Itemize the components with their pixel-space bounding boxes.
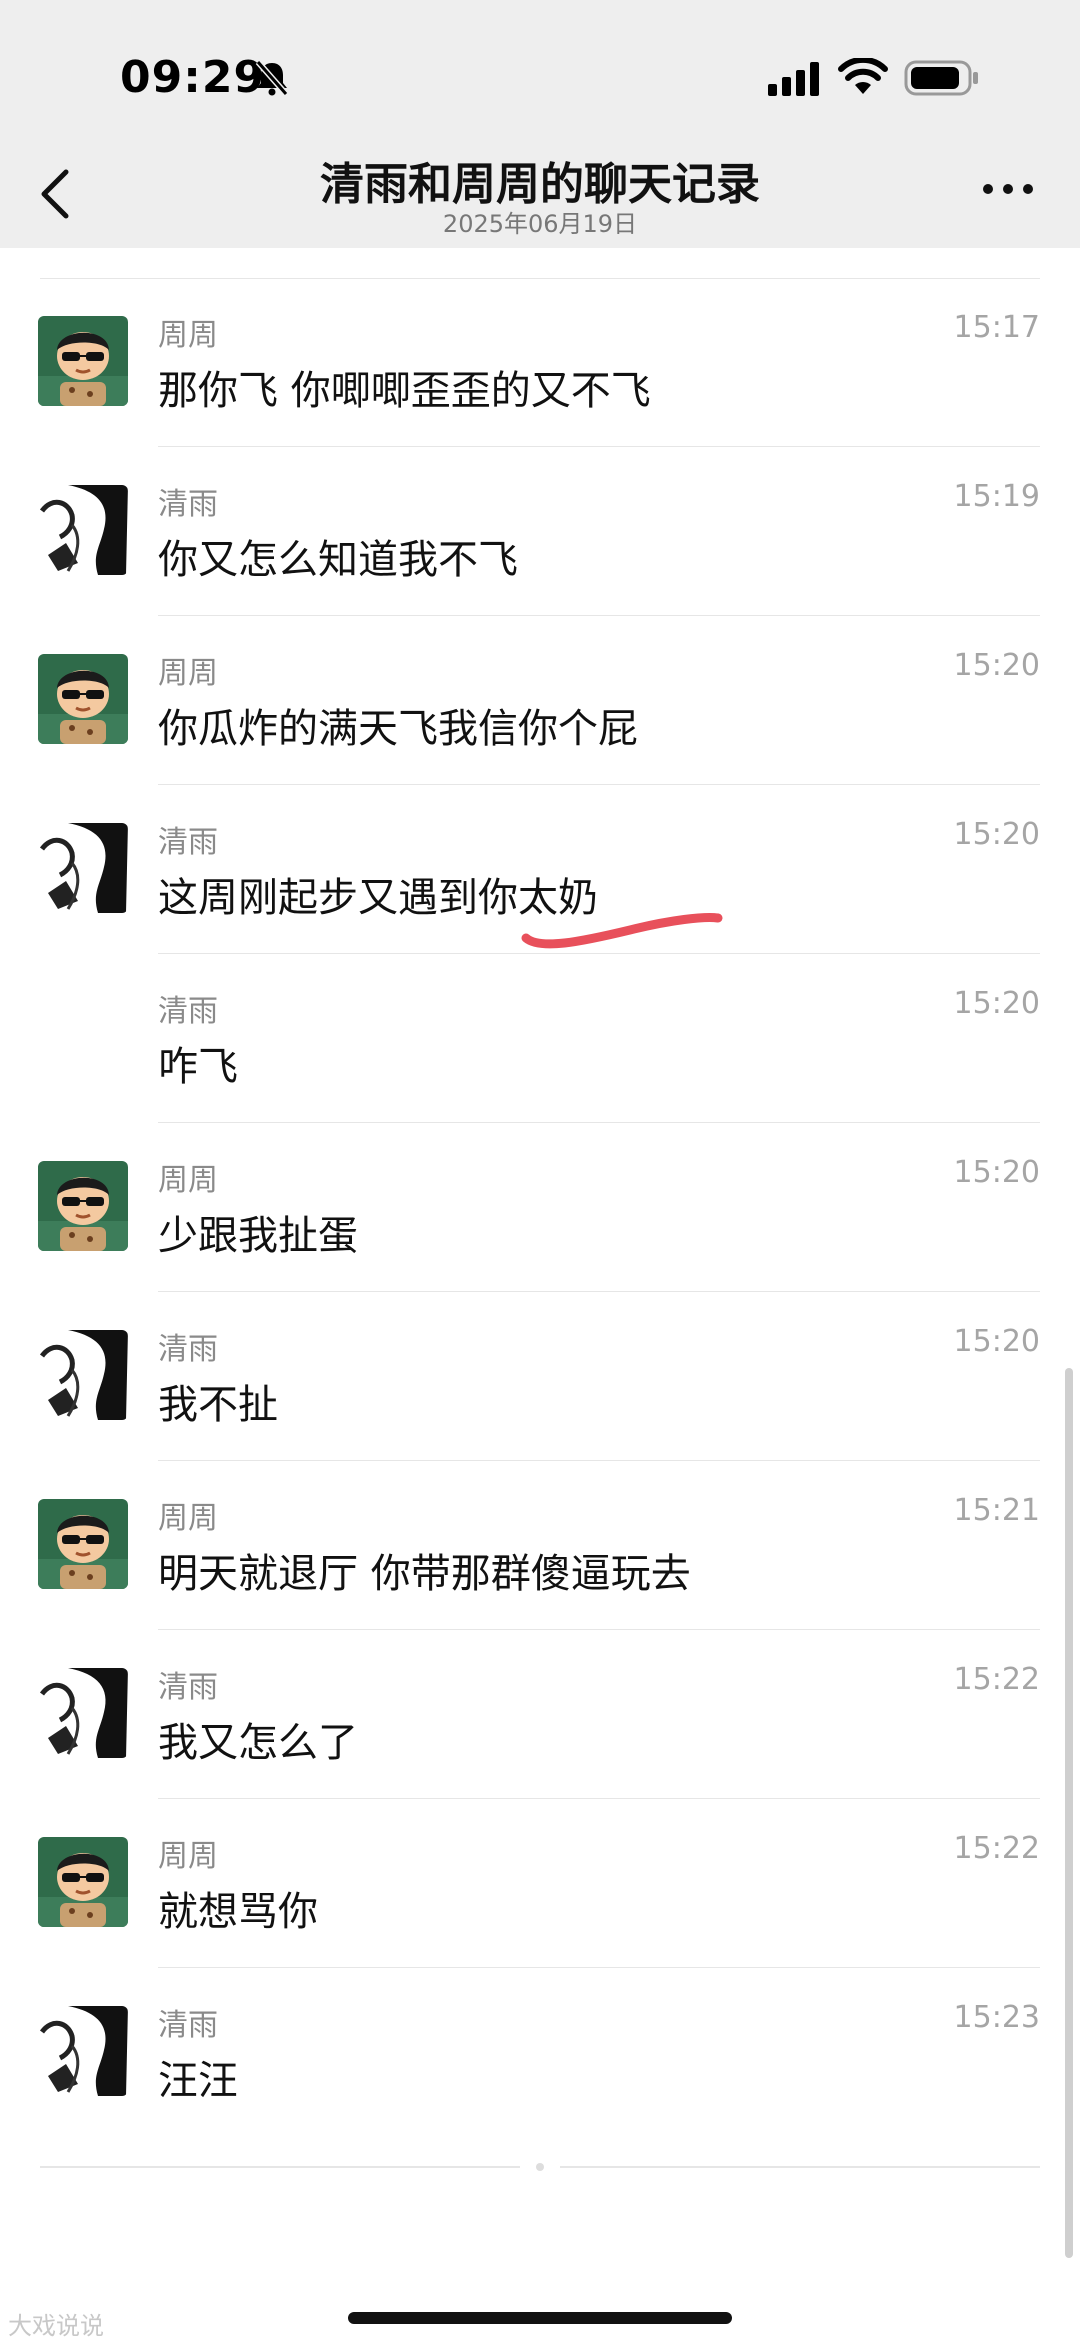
- more-options-icon[interactable]: [980, 174, 1036, 204]
- sender-name: 清雨: [158, 2008, 218, 2043]
- message-item[interactable]: 清雨 你又怎么知道我不飞 15:19: [0, 447, 1080, 616]
- avatar[interactable]: [38, 1330, 128, 1420]
- message-time: 15:22: [953, 1662, 1040, 1697]
- message-time: 15:20: [953, 1324, 1040, 1359]
- message-item[interactable]: 周周 那你飞 你唧唧歪歪的又不飞 15:17: [0, 278, 1080, 447]
- watermark: 大戏说说: [8, 2312, 104, 2340]
- avatar[interactable]: [38, 485, 128, 575]
- scrollbar[interactable]: [1065, 1368, 1073, 2258]
- message-item[interactable]: 清雨 咋飞 15:20: [0, 954, 1080, 1123]
- message-item[interactable]: 周周 就想骂你 15:22: [0, 1799, 1080, 1968]
- message-item[interactable]: 周周 明天就退厅 你带那群傻逼玩去 15:21: [0, 1461, 1080, 1630]
- end-divider: [560, 2166, 1040, 2168]
- message-time: 15:19: [953, 479, 1040, 514]
- wifi-icon: [838, 58, 888, 94]
- end-dot: [536, 2163, 544, 2171]
- message-text: 汪汪: [158, 2058, 238, 2104]
- message-item[interactable]: 清雨 我不扯 15:20: [0, 1292, 1080, 1461]
- sender-name: 清雨: [158, 994, 218, 1029]
- message-time: 15:20: [953, 1155, 1040, 1190]
- sender-name: 周周: [158, 1501, 218, 1536]
- bell-muted-icon: [255, 60, 289, 96]
- message-time: 15:22: [953, 1831, 1040, 1866]
- message-text: 就想骂你: [158, 1889, 318, 1935]
- red-underline-mark: [521, 913, 723, 949]
- battery-icon: [904, 60, 978, 96]
- message-time: 15:20: [953, 817, 1040, 852]
- message-time: 15:17: [953, 310, 1040, 345]
- avatar[interactable]: [38, 1161, 128, 1251]
- sender-name: 清雨: [158, 1332, 218, 1367]
- message-item[interactable]: 周周 你瓜炸的满天飞我信你个屁 15:20: [0, 616, 1080, 785]
- sender-name: 清雨: [158, 1670, 218, 1705]
- avatar[interactable]: [38, 654, 128, 744]
- message-time: 15:23: [953, 2000, 1040, 2035]
- message-text: 少跟我扯蛋: [158, 1213, 358, 1259]
- avatar[interactable]: [38, 316, 128, 406]
- message-text: 你瓜炸的满天飞我信你个屁: [158, 706, 638, 752]
- page-title: 清雨和周周的聊天记录: [320, 159, 760, 210]
- message-text: 你又怎么知道我不飞: [158, 537, 518, 583]
- page-subtitle-date: 2025年06月19日: [442, 210, 638, 238]
- end-divider: [40, 2166, 520, 2168]
- avatar[interactable]: [38, 1668, 128, 1758]
- sender-name: 周周: [158, 1163, 218, 1198]
- avatar[interactable]: [38, 2006, 128, 2096]
- sender-name: 周周: [158, 656, 218, 691]
- avatar[interactable]: [38, 1499, 128, 1589]
- status-time: 09:29: [120, 52, 266, 103]
- avatar[interactable]: [38, 1837, 128, 1927]
- message-item[interactable]: 清雨 汪汪 15:23: [0, 1968, 1080, 2137]
- message-time: 15:20: [953, 648, 1040, 683]
- message-text: 我不扯: [158, 1382, 278, 1428]
- message-text: 那你飞 你唧唧歪歪的又不飞: [158, 368, 651, 414]
- sender-name: 清雨: [158, 825, 218, 860]
- home-indicator[interactable]: [348, 2312, 732, 2324]
- message-item[interactable]: 清雨 我又怎么了 15:22: [0, 1630, 1080, 1799]
- message-text: 明天就退厅 你带那群傻逼玩去: [158, 1551, 691, 1597]
- message-text: 我又怎么了: [158, 1720, 358, 1766]
- sender-name: 周周: [158, 318, 218, 353]
- sender-name: 周周: [158, 1839, 218, 1874]
- sender-name: 清雨: [158, 487, 218, 522]
- message-time: 15:20: [953, 986, 1040, 1021]
- message-text: 咋飞: [158, 1044, 238, 1090]
- signal-icon: [768, 62, 819, 96]
- avatar[interactable]: [38, 823, 128, 913]
- message-time: 15:21: [953, 1493, 1040, 1528]
- message-item[interactable]: 周周 少跟我扯蛋 15:20: [0, 1123, 1080, 1292]
